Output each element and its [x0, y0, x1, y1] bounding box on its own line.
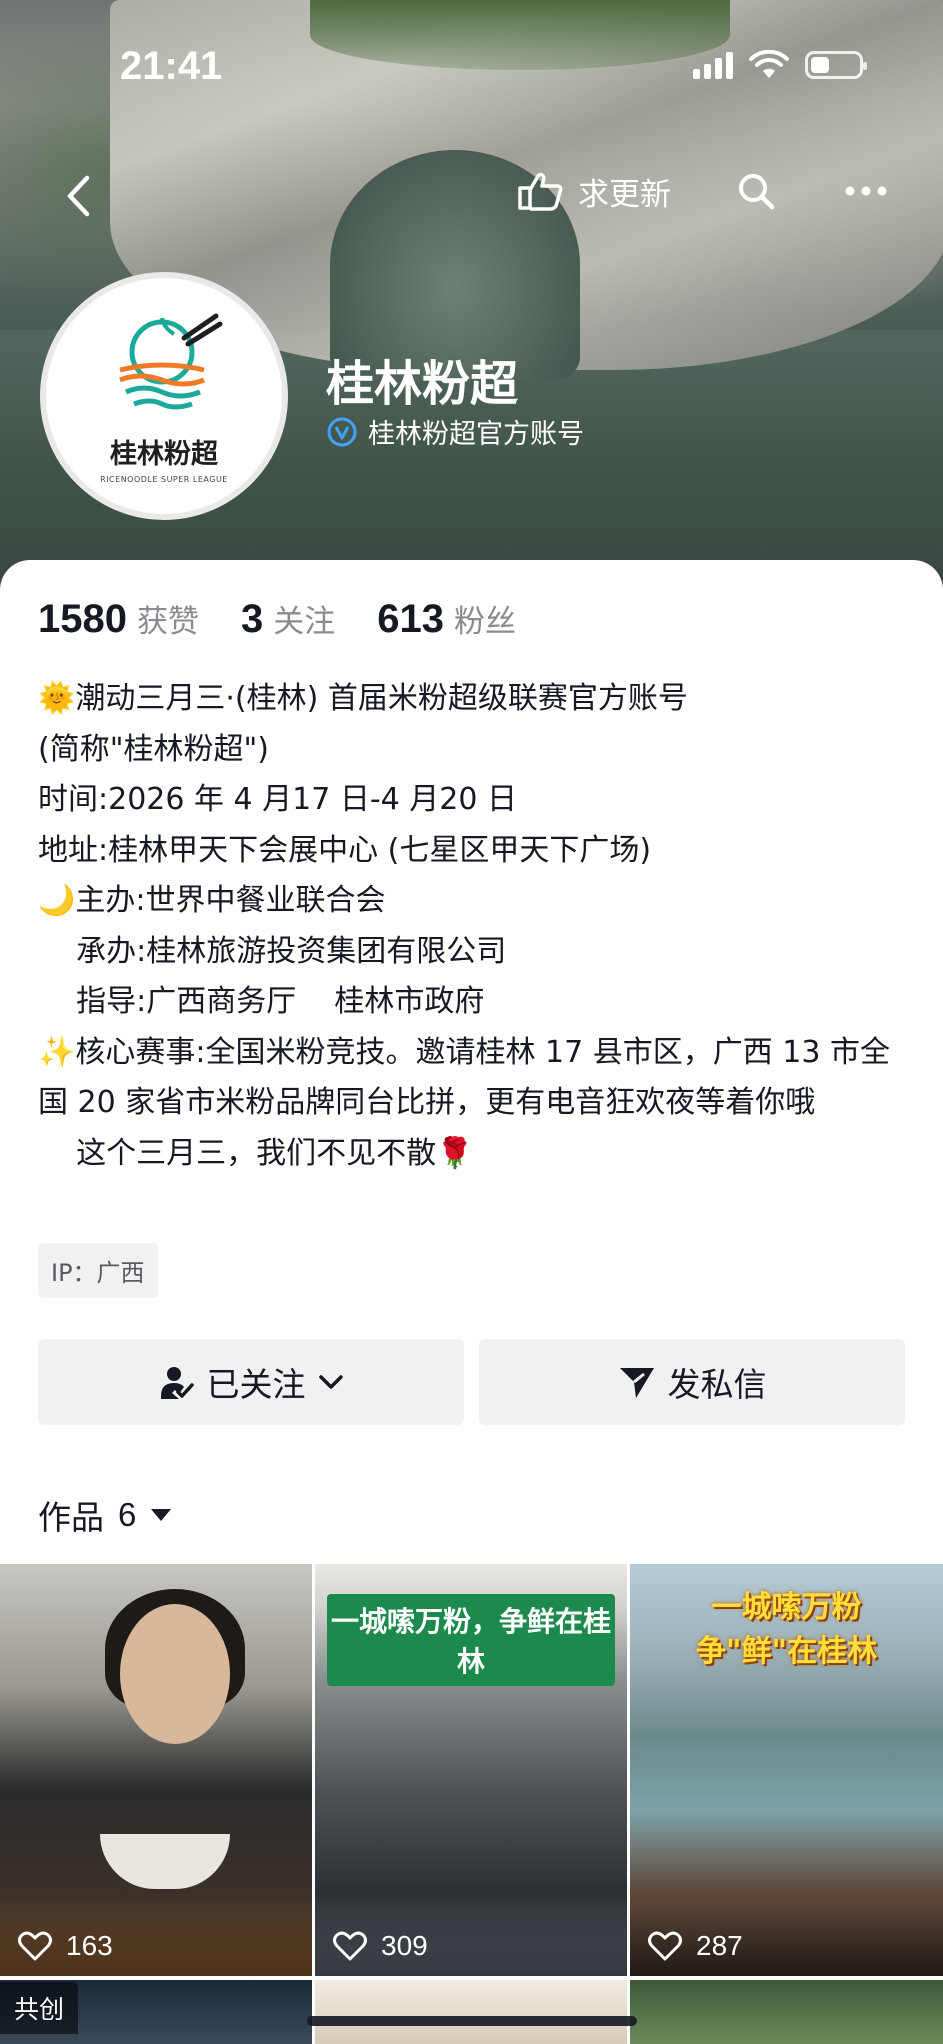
- avatar[interactable]: 桂林粉超 RICENOODLE SUPER LEAGUE: [40, 272, 288, 520]
- video-likes: 287: [648, 1930, 743, 1962]
- video-likes-count: 163: [66, 1930, 113, 1961]
- stat-followers-label: 粉丝: [453, 604, 516, 640]
- works-tab[interactable]: 作品 6: [38, 1491, 172, 1539]
- video-likes-count: 309: [381, 1930, 428, 1961]
- video-likes: 163: [18, 1930, 113, 1962]
- video-thumbnail[interactable]: 163: [0, 1564, 312, 1976]
- status-icons: [693, 50, 867, 80]
- video-thumbnail[interactable]: 一城嗦万粉 争"鲜"在桂林 287: [630, 1564, 943, 1976]
- more-button[interactable]: [841, 166, 891, 216]
- bio-line: (简称"桂林粉超"): [38, 731, 270, 767]
- followed-label: 已关注: [206, 1365, 306, 1404]
- request-update-button[interactable]: 求更新: [516, 169, 671, 214]
- video-thumbnail[interactable]: [315, 1980, 627, 2044]
- bio-line: 🌞潮动三月三·(桂林) 首届米粉超级联赛官方账号: [38, 681, 688, 716]
- search-icon: [739, 174, 775, 210]
- heart-icon: [18, 1931, 52, 1961]
- noodle-logo-icon: [119, 313, 223, 410]
- bio-line: 指导:广西商务厅 桂林市政府: [38, 984, 485, 1019]
- video-title: 一城嗦万粉 争"鲜"在桂林: [695, 1590, 878, 1669]
- avatar-name: 桂林粉超: [110, 439, 218, 470]
- chevron-down-icon: [318, 1375, 343, 1389]
- more-icon: [845, 186, 887, 196]
- bio-line: 承办:桂林旅游投资集团有限公司: [38, 933, 507, 969]
- bio-line: 地址:桂林甲天下会展中心 (七星区甲天下广场): [38, 832, 652, 868]
- video-title: 一城嗦万粉，争鲜在桂林: [327, 1594, 615, 1686]
- verified-row: 桂林粉超官方账号: [326, 412, 584, 451]
- avatar-subtitle: RICENOODLE SUPER LEAGUE: [100, 475, 228, 484]
- paper-plane-icon: [619, 1368, 654, 1398]
- heart-icon: [333, 1931, 367, 1961]
- bio-line: ✨核心赛事:全国米粉竞技。邀请桂林 17 县市区，广西 13 市全国 20 家省…: [38, 1034, 890, 1121]
- profile-name: 桂林粉超: [326, 356, 519, 412]
- ip-location-badge: IP：广西: [38, 1243, 158, 1298]
- stat-likes-num: 1580: [38, 597, 127, 641]
- back-button[interactable]: [58, 168, 98, 224]
- video-grid-row-2: [0, 1980, 943, 2044]
- search-button[interactable]: [731, 166, 781, 216]
- thumbnail-face: [120, 1604, 230, 1744]
- bio-line: 这个三月三，我们不见不散🌹: [38, 1135, 474, 1171]
- works-label: 作品: [38, 1498, 104, 1537]
- profile-bio: 🌞潮动三月三·(桂林) 首届米粉超级联赛官方账号 (简称"桂林粉超") 时间:2…: [38, 674, 918, 1179]
- stat-following-num: 3: [240, 597, 264, 641]
- caret-down-icon: [151, 1509, 172, 1521]
- wifi-icon: [749, 50, 789, 78]
- works-count: 6: [118, 1496, 137, 1533]
- send-message-button[interactable]: 发私信: [479, 1339, 905, 1425]
- verified-text: 桂林粉超官方账号: [368, 419, 584, 450]
- pointing-hand-icon: [518, 172, 563, 211]
- video-likes-count: 287: [696, 1930, 743, 1961]
- signal-icon: [693, 51, 733, 79]
- verified-icon: [327, 417, 357, 446]
- home-indicator: [307, 2016, 637, 2026]
- bio-line: 时间:2026 年 4 月17 日-4 月20 日: [38, 782, 518, 817]
- video-likes: 309: [333, 1930, 428, 1962]
- stat-following[interactable]: 3 关注: [241, 596, 335, 642]
- followed-button[interactable]: 已关注: [38, 1339, 464, 1425]
- chevron-left-icon: [67, 175, 90, 217]
- cocreate-badge: 共创: [0, 1982, 79, 2034]
- user-check-icon: [160, 1367, 194, 1399]
- stat-followers[interactable]: 613 粉丝: [377, 596, 516, 642]
- battery-icon: [805, 51, 867, 79]
- nav-actions: 求更新: [516, 166, 891, 216]
- profile-stats: 1580 获赞 3 关注 613 粉丝: [38, 596, 558, 642]
- request-update-label: 求更新: [578, 176, 671, 213]
- video-thumbnail[interactable]: [630, 1980, 943, 2044]
- send-message-label: 发私信: [667, 1365, 767, 1404]
- thumbnail-bowl: [100, 1834, 230, 1889]
- heart-icon: [648, 1931, 682, 1961]
- cover-greenery: [310, 0, 730, 70]
- video-thumbnail[interactable]: 一城嗦万粉，争鲜在桂林 309: [315, 1564, 627, 1976]
- bio-line: 🌙主办:世界中餐业联合会: [38, 883, 386, 918]
- stat-likes-label: 获赞: [136, 604, 199, 640]
- stat-following-label: 关注: [273, 604, 336, 640]
- stat-likes[interactable]: 1580 获赞: [38, 596, 199, 642]
- status-time: 21:41: [120, 44, 223, 88]
- stat-followers-num: 613: [377, 597, 444, 641]
